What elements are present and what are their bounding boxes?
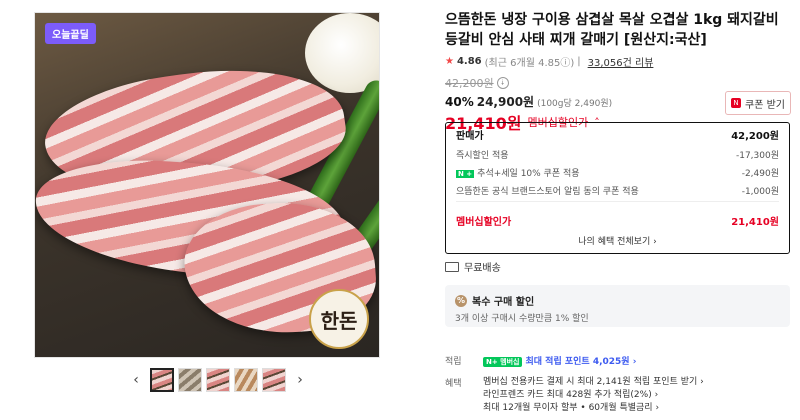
membership-badge-icon: N+ 멤버십 <box>483 357 523 367</box>
deal-badge: 오늘끝딜 <box>45 23 96 44</box>
review-count-link[interactable]: 33,056건 리뷰 <box>588 54 654 69</box>
shipping-info: 무료배송 <box>445 259 501 274</box>
thumbnail[interactable] <box>206 368 230 392</box>
product-main-image[interactable]: 오늘끝딜 한돈 <box>34 12 380 358</box>
view-all-benefits-link[interactable]: 나의 혜택 전체보기 › <box>446 234 789 247</box>
breakdown-value: -1,000원 <box>741 186 779 197</box>
multi-description: 3개 이상 구매시 수량만큼 1% 할인 <box>455 314 589 324</box>
benefit-item-link[interactable]: 라인프렌즈 카드 최대 428원 추가 적립(2%) › <box>483 389 704 402</box>
benefits-label: 혜택 <box>445 379 462 389</box>
prev-arrow-icon[interactable]: ‹ <box>126 372 146 388</box>
coupon-button-label: 쿠폰 받기 <box>745 99 785 111</box>
naver-plus-icon: N + <box>456 169 475 178</box>
original-price-row: 42,200원 i <box>445 75 790 91</box>
percent-icon: % <box>455 294 467 307</box>
points-value-link[interactable]: N+ 멤버십 최대 적립 포인트 4,025원 › <box>483 354 636 367</box>
benefits-list: 멤버십 전용카드 결제 시 최대 2,141원 적립 포인트 받기 › 라인프렌… <box>483 376 704 415</box>
brand-seal-logo: 한돈 <box>309 289 369 349</box>
discount-percent: 40% <box>445 95 474 109</box>
multi-purchase-discount-box: % 복수 구매 할인 3개 이상 구매시 수량만큼 1% 할인 <box>445 285 790 327</box>
price-breakdown-panel: 판매가 42,200원 즉시할인 적용 -17,300원 N + 추석+세일 10… <box>445 122 790 254</box>
benefit-item-link[interactable]: 최대 12개월 무이자 할부 • 60개월 특별금리 › <box>483 402 704 415</box>
sale-price: 24,900원 <box>476 95 535 109</box>
breakdown-row: N + 추석+세일 10% 쿠폰 적용 -2,490원 <box>446 163 789 181</box>
points-label: 적립 <box>445 357 462 367</box>
breakdown-label: 으뜸한돈 공식 브랜드스토어 알림 동의 쿠폰 적용 <box>456 186 639 197</box>
breakdown-row: 으뜸한돈 공식 브랜드스토어 알림 동의 쿠폰 적용 -1,000원 <box>446 181 789 199</box>
breakdown-value: 21,410원 <box>731 216 779 228</box>
divider <box>456 201 779 202</box>
coupon-icon: N <box>731 98 741 108</box>
multi-title: % 복수 구매 할인 <box>455 293 534 308</box>
star-icon: ★ <box>445 56 454 67</box>
rating-row: ★ 4.86 (최근 6개월 4.85ⓘ) | 33,056건 리뷰 <box>445 54 790 69</box>
original-price: 42,200원 <box>445 77 494 90</box>
multi-title-text: 복수 구매 할인 <box>472 297 535 308</box>
rating-value: 4.86 <box>456 56 482 67</box>
thumbnail[interactable] <box>234 368 258 392</box>
thumbnail[interactable] <box>178 368 202 392</box>
breakdown-value: 42,200원 <box>731 130 779 142</box>
product-info: 으뜸한돈 냉장 구이용 삼겹살 목살 오겹살 1kg 돼지갈비 등갈비 안심 사… <box>445 10 790 134</box>
thumbnail[interactable] <box>150 368 174 392</box>
benefits-row: 혜택 멤버십 전용카드 결제 시 최대 2,141원 적립 포인트 받기 › 라… <box>445 376 704 415</box>
breakdown-row: 판매가 42,200원 <box>446 123 789 145</box>
breakdown-label: 즉시할인 적용 <box>456 150 509 161</box>
next-arrow-icon[interactable]: › <box>290 372 310 388</box>
separator: | <box>577 56 581 67</box>
breakdown-value: -17,300원 <box>735 150 779 161</box>
breakdown-label: 멤버십할인가 <box>456 216 512 228</box>
breakdown-row: 즉시할인 적용 -17,300원 <box>446 145 789 163</box>
member-price-summary: 멤버십할인가 21,410원 <box>446 208 789 232</box>
breakdown-value: -2,490원 <box>741 168 779 179</box>
benefit-item-link[interactable]: 멤버십 전용카드 결제 시 최대 2,141원 적립 포인트 받기 › <box>483 376 704 389</box>
coupon-download-button[interactable]: N 쿠폰 받기 <box>725 91 791 115</box>
points-row: 적립 N+ 멤버십 최대 적립 포인트 4,025원 › <box>445 354 636 367</box>
unit-price: (100g당 2,490원) <box>537 99 613 109</box>
thumbnail-strip: ‹ › <box>126 365 310 395</box>
truck-icon <box>445 261 459 272</box>
thumbnail[interactable] <box>262 368 286 392</box>
breakdown-label: N + 추석+세일 10% 쿠폰 적용 <box>456 168 580 179</box>
breakdown-label: 판매가 <box>456 130 484 142</box>
rating-sub: (최근 6개월 4.85ⓘ) <box>484 58 575 69</box>
shipping-label: 무료배송 <box>464 263 501 274</box>
product-title: 으뜸한돈 냉장 구이용 삼겹살 목살 오겹살 1kg 돼지갈비 등갈비 안심 사… <box>445 12 779 48</box>
info-icon[interactable]: i <box>496 77 509 89</box>
onion-decoration <box>305 13 379 93</box>
